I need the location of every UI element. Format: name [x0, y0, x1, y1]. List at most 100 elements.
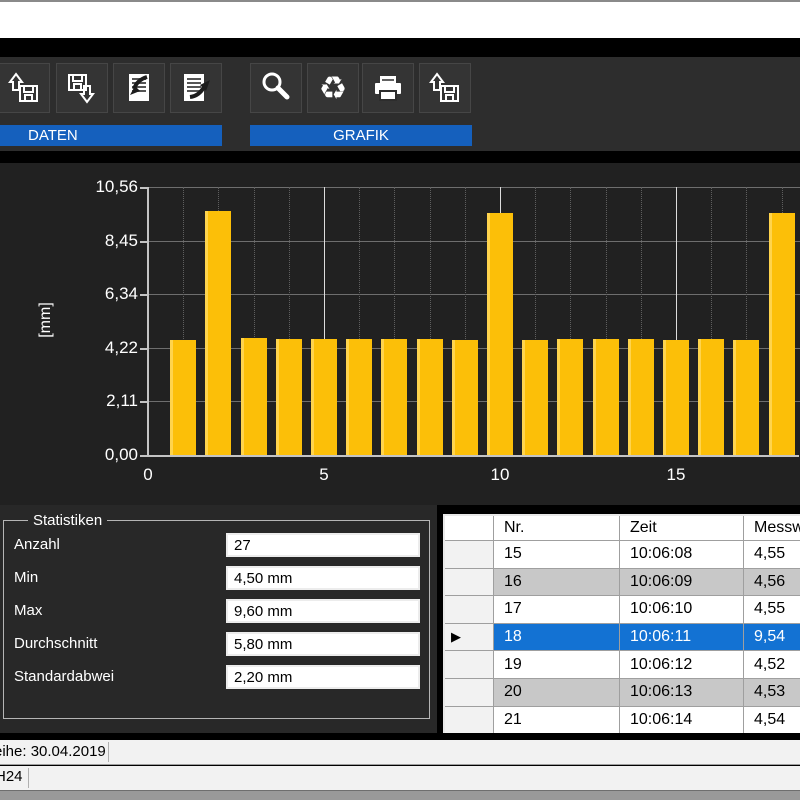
stat-label-standardabwei: Standardabwei [14, 668, 114, 685]
title-bar [0, 2, 800, 38]
y-tick-mark [140, 455, 147, 457]
refresh-button[interactable]: ♻ [307, 63, 359, 113]
floppy-up-icon [5, 69, 43, 107]
cell-zeit[interactable]: 10:06:11 [620, 624, 744, 652]
column-header-messwe[interactable]: Messwe [744, 516, 800, 541]
row-selector-cell[interactable] [445, 679, 494, 707]
bar-chart: 0,002,114,226,348,4510,56051015[mm] [0, 163, 800, 505]
recycle-icon: ♻ [319, 69, 348, 107]
bar-measurement-3[interactable] [241, 338, 267, 455]
import-report-button[interactable] [113, 63, 165, 113]
y-tick-mark [140, 241, 147, 243]
bar-measurement-7[interactable] [381, 339, 407, 455]
bar-measurement-1[interactable] [170, 340, 196, 455]
bar-measurement-15[interactable] [663, 340, 689, 455]
cell-zeit[interactable]: 10:06:12 [620, 651, 744, 679]
save-graphic-button[interactable] [419, 63, 471, 113]
grafik-label: GRAFIK [333, 127, 389, 144]
bar-measurement-14[interactable] [628, 339, 654, 455]
cell-nr[interactable]: 21 [494, 707, 620, 733]
table-row[interactable]: ▶1810:06:119,54 [445, 624, 800, 652]
doc-arrow-in-icon [120, 69, 158, 107]
row-selector-cell[interactable]: ▶ [445, 624, 494, 652]
y-tick-label: 8,45 [68, 231, 138, 251]
save-data-button[interactable] [56, 63, 108, 113]
cell-messwert[interactable]: 4,56 [744, 569, 800, 597]
status-device-text: H24 [0, 768, 23, 785]
lower-divider [0, 733, 800, 740]
row-selector-cell[interactable] [445, 596, 494, 624]
floppy-down-icon [63, 69, 101, 107]
bar-measurement-8[interactable] [417, 339, 443, 455]
bar-measurement-13[interactable] [593, 339, 619, 455]
bar-measurement-10[interactable] [487, 213, 513, 455]
cell-zeit[interactable]: 10:06:14 [620, 707, 744, 733]
y-gridline [148, 241, 800, 242]
stat-label-max: Max [14, 602, 42, 619]
bar-measurement-2[interactable] [205, 211, 231, 455]
magnifier-icon [257, 69, 295, 107]
bar-measurement-11[interactable] [522, 340, 548, 455]
cell-messwert[interactable]: 4,55 [744, 541, 800, 569]
cell-nr[interactable]: 16 [494, 569, 620, 597]
cell-nr[interactable]: 20 [494, 679, 620, 707]
y-gridline [148, 187, 800, 188]
toolbar: ♻ DATEN GRAFIK [0, 57, 800, 151]
y-axis-line [147, 187, 149, 456]
cell-nr[interactable]: 15 [494, 541, 620, 569]
status-series-text: eihe: 30.04.2019 [0, 743, 106, 760]
y-tick-mark [140, 348, 147, 350]
x-tick-label: 15 [656, 465, 696, 485]
load-data-button[interactable] [0, 63, 50, 113]
cell-messwert[interactable]: 4,54 [744, 707, 800, 733]
cell-messwert[interactable]: 4,55 [744, 596, 800, 624]
cell-nr[interactable]: 17 [494, 596, 620, 624]
column-header-nr[interactable]: Nr. [494, 516, 620, 541]
stat-input-standardabwei[interactable] [226, 665, 420, 689]
row-selector-header [445, 516, 494, 541]
x-tick-label: 10 [480, 465, 520, 485]
export-report-button[interactable] [170, 63, 222, 113]
table-row[interactable]: 1510:06:084,55 [445, 541, 800, 569]
cell-nr[interactable]: 19 [494, 651, 620, 679]
status-separator [108, 742, 109, 762]
row-selector-cell[interactable] [445, 541, 494, 569]
stat-input-anzahl[interactable] [226, 533, 420, 557]
table-row[interactable]: 1710:06:104,55 [445, 596, 800, 624]
status-bar-series: eihe: 30.04.2019 [0, 740, 800, 765]
cell-zeit[interactable]: 10:06:13 [620, 679, 744, 707]
table-row[interactable]: 2110:06:144,54 [445, 707, 800, 733]
cell-messwert[interactable]: 9,54 [744, 624, 800, 652]
bar-measurement-12[interactable] [557, 339, 583, 455]
table-header-row: Nr.ZeitMesswe [445, 516, 800, 541]
cell-messwert[interactable]: 4,53 [744, 679, 800, 707]
stat-input-durchschnitt[interactable] [226, 632, 420, 656]
stat-input-max[interactable] [226, 599, 420, 623]
toolbar-group-label-daten: DATEN [0, 125, 222, 146]
bar-measurement-9[interactable] [452, 340, 478, 455]
table-row[interactable]: 2010:06:134,53 [445, 679, 800, 707]
bar-measurement-5[interactable] [311, 339, 337, 455]
x-tick-label: 5 [304, 465, 344, 485]
table-row[interactable]: 1910:06:124,52 [445, 651, 800, 679]
bar-measurement-4[interactable] [276, 339, 302, 455]
bar-measurement-18[interactable] [769, 213, 795, 455]
bar-measurement-17[interactable] [733, 340, 759, 455]
column-header-zeit[interactable]: Zeit [620, 516, 744, 541]
cell-zeit[interactable]: 10:06:08 [620, 541, 744, 569]
y-gridline [148, 294, 800, 295]
row-selector-cell[interactable] [445, 569, 494, 597]
table-row[interactable]: 1610:06:094,56 [445, 569, 800, 597]
bar-measurement-16[interactable] [698, 339, 724, 455]
cell-nr[interactable]: 18 [494, 624, 620, 652]
zoom-button[interactable] [250, 63, 302, 113]
window-bottom-edge [0, 790, 800, 800]
row-selector-cell[interactable] [445, 651, 494, 679]
stat-input-min[interactable] [226, 566, 420, 590]
print-button[interactable] [362, 63, 414, 113]
bar-measurement-6[interactable] [346, 339, 372, 455]
row-selector-cell[interactable] [445, 707, 494, 733]
cell-zeit[interactable]: 10:06:10 [620, 596, 744, 624]
cell-messwert[interactable]: 4,52 [744, 651, 800, 679]
cell-zeit[interactable]: 10:06:09 [620, 569, 744, 597]
